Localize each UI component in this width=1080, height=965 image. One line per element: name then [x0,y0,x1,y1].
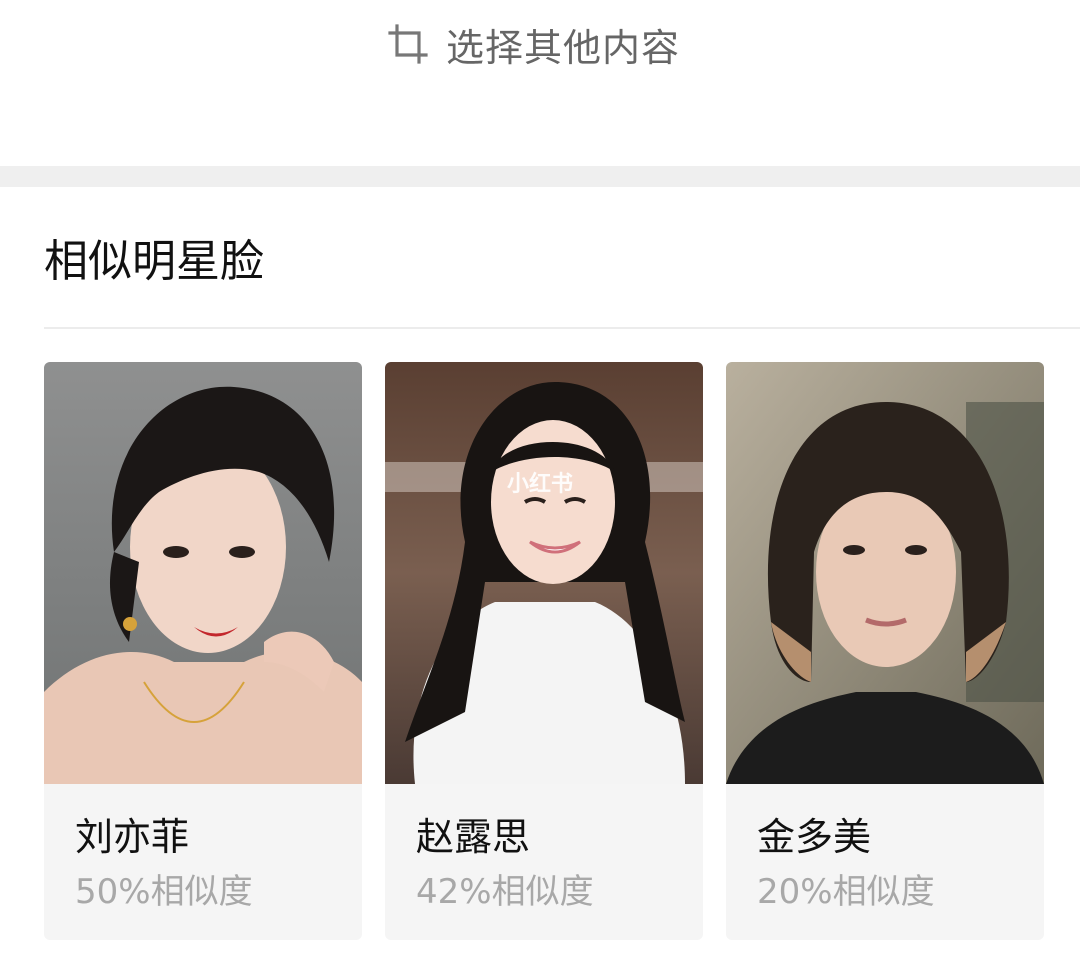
celebrity-photo-3 [726,362,1044,784]
similarity-score-3: 20%相似度 [757,872,935,912]
watermark-text: 小红书 [507,472,574,497]
select-other-button[interactable]: 选择其他内容 [386,18,680,70]
celebrity-card-3[interactable]: 金多美 20%相似度 [726,362,1044,940]
title-divider [44,327,1080,329]
celebrity-name-2: 赵露思 [416,815,531,859]
similarity-score-1: 50%相似度 [75,872,253,912]
crop-icon [388,24,428,64]
celebrity-photo-1 [44,362,362,784]
select-other-label: 选择其他内容 [446,25,681,70]
celebrity-photo-2: 小红书 [385,362,703,784]
top-bar: 选择其他内容 [0,0,1080,166]
similarity-score-2: 42%相似度 [416,872,594,912]
section-divider-band [0,166,1080,187]
celebrity-card-1[interactable]: 刘亦菲 50%相似度 [44,362,362,940]
celebrity-name-1: 刘亦菲 [75,815,190,859]
celebrity-name-3: 金多美 [757,815,872,859]
section-title: 相似明星脸 [44,236,264,287]
celebrity-card-2[interactable]: 小红书 赵露思 42%相似度 [385,362,703,940]
